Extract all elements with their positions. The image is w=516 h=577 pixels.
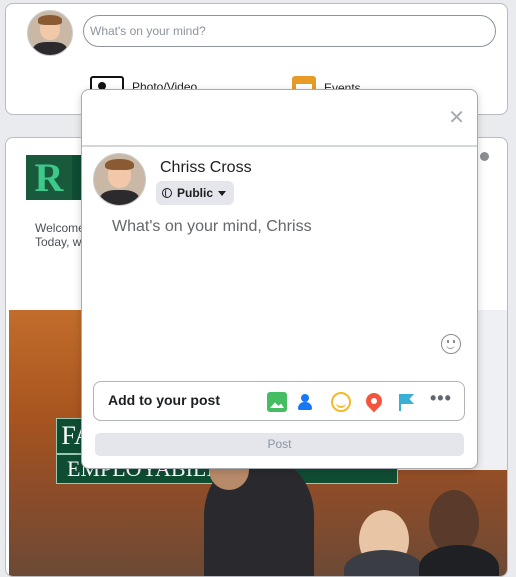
post-text-line: Welcome: [35, 221, 85, 235]
caret-down-icon: [218, 190, 227, 196]
more-icon[interactable]: •••: [430, 389, 451, 412]
add-to-post-bar: Add to your post •••: [93, 381, 465, 421]
avatar: [93, 153, 146, 206]
add-to-post-label: Add to your post: [108, 392, 220, 408]
post-text: Welcome Today, w: [35, 221, 85, 249]
create-post-dialog: ✕ Chriss Cross Public What's on your min…: [81, 89, 478, 469]
whats-on-your-mind-input[interactable]: What's on your mind?: [83, 15, 496, 47]
post-text-input[interactable]: What's on your mind, Chriss: [112, 218, 312, 236]
photo-person: [419, 545, 499, 576]
post-options-icon[interactable]: [480, 152, 489, 161]
emoji-icon[interactable]: [441, 334, 461, 354]
privacy-label: Public: [177, 186, 214, 200]
post-text-line: Today, w: [35, 235, 82, 249]
tag-people-icon[interactable]: [298, 392, 318, 412]
privacy-selector[interactable]: Public: [156, 181, 235, 205]
flag-icon[interactable]: [396, 392, 416, 412]
post-button[interactable]: Post: [95, 433, 464, 456]
divider: [82, 145, 477, 147]
avatar[interactable]: [27, 10, 73, 56]
location-icon[interactable]: [364, 392, 384, 412]
photo-icon[interactable]: [267, 392, 287, 412]
feeling-icon[interactable]: [331, 392, 351, 412]
photo-person: [344, 550, 424, 576]
close-icon[interactable]: ✕: [448, 108, 465, 128]
globe-icon: [162, 188, 172, 198]
user-name: Chriss Cross: [160, 159, 252, 176]
page-logo[interactable]: R: [26, 155, 72, 200]
